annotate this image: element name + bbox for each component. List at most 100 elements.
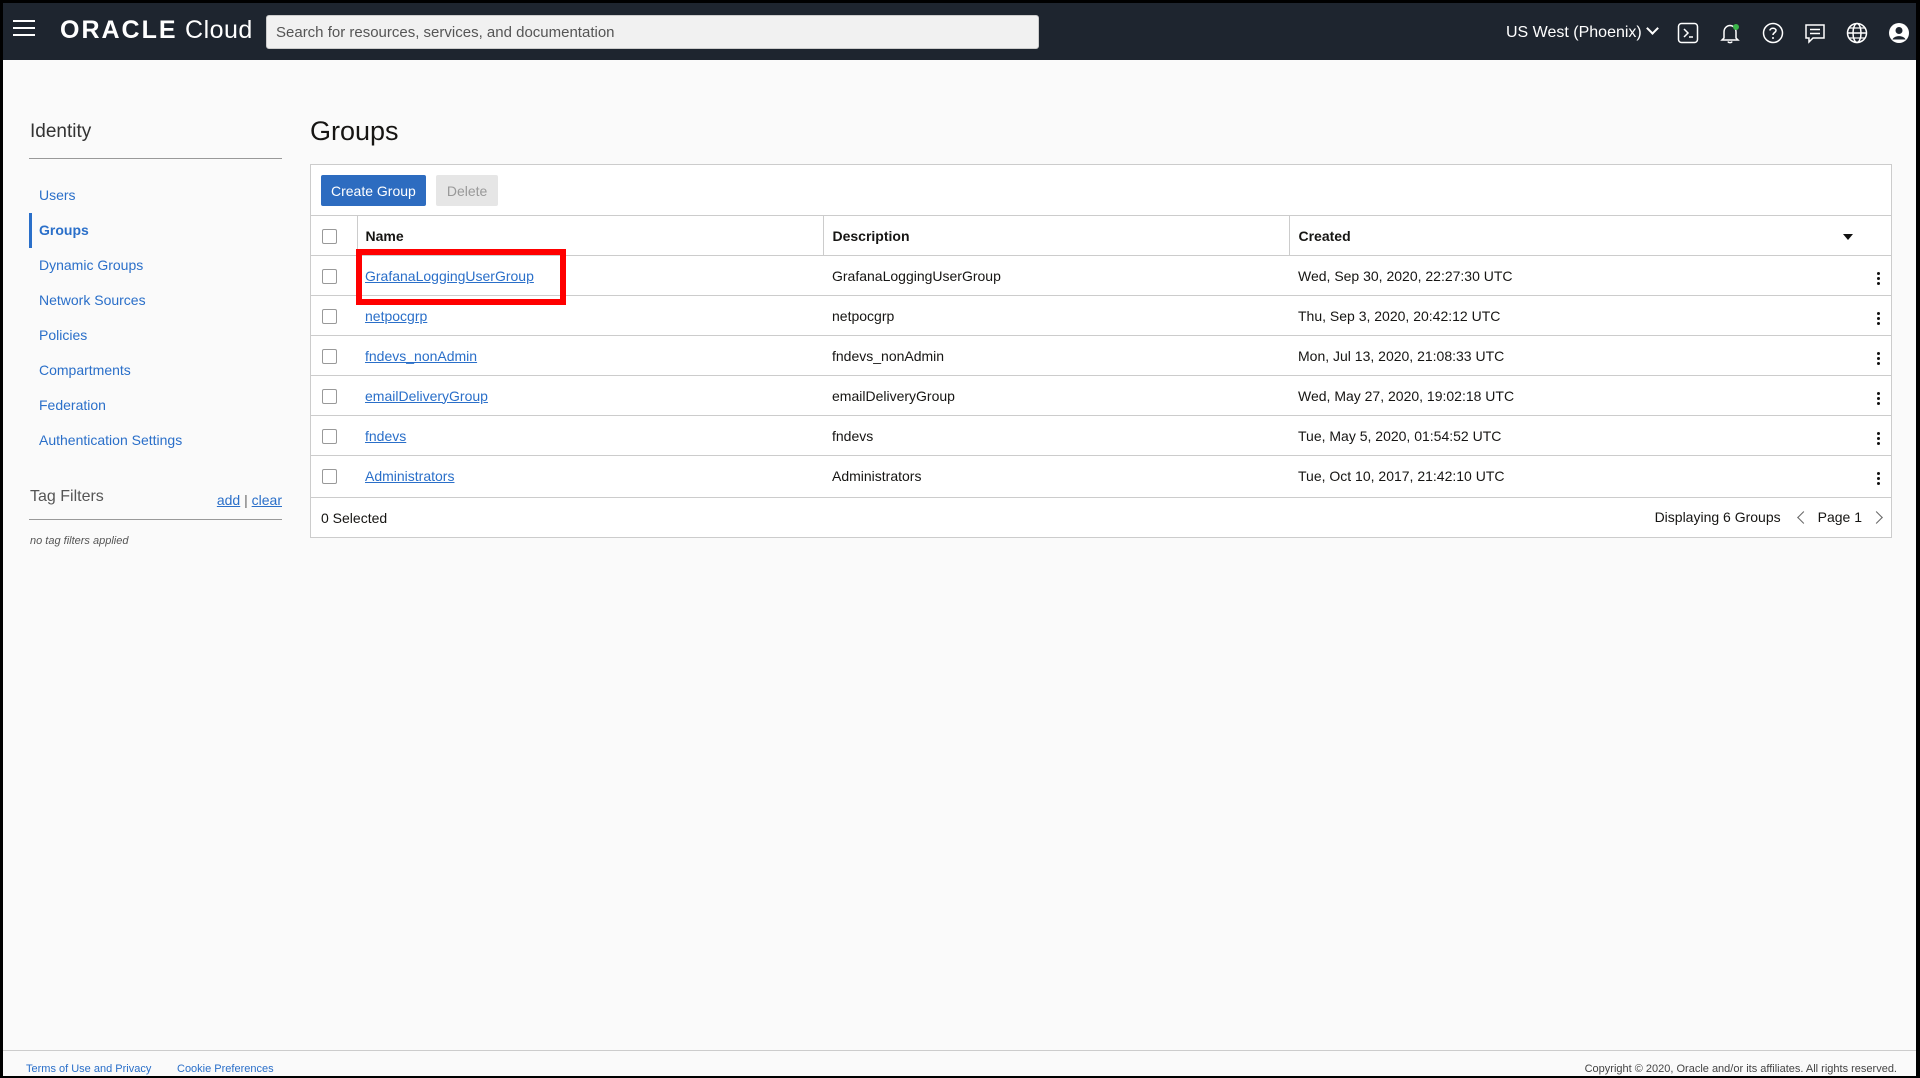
row-select-cell [311,415,357,456]
browser-frame: ORACLE Cloud US West (Phoenix) Identity … [3,3,1916,1076]
profile-icon[interactable] [1888,22,1910,44]
create-group-button[interactable]: Create Group [321,175,426,206]
chevron-down-icon [1645,22,1659,35]
table-toolbar: Create Group Delete [321,175,499,206]
page-indicator: Page 1 [1817,509,1862,525]
created-cell: Thu, Sep 3, 2020, 20:42:12 UTC [1289,295,1865,336]
group-name-link[interactable]: netpocgrp [365,308,427,324]
globe-icon[interactable] [1846,22,1868,44]
terms-link[interactable]: Terms of Use and Privacy [26,1063,151,1075]
next-page-icon[interactable] [1870,510,1883,524]
select-all-checkbox[interactable] [322,228,337,244]
group-name-link[interactable]: Administrators [365,468,454,484]
previous-page-icon[interactable] [1796,510,1810,524]
group-name-link[interactable]: fndevs [365,428,406,444]
group-name-link[interactable]: emailDeliveryGroup [365,388,488,404]
page-title: Groups [310,116,399,146]
name-cell: fndevs [357,415,823,456]
groups-table-panel: Create Group Delete Name Description Cre… [310,164,1892,538]
kebab-menu-icon[interactable] [1873,468,1884,489]
region-selector[interactable]: US West (Phoenix) [1506,22,1659,42]
row-actions-cell [1865,455,1891,496]
table-row: GrafanaLoggingUserGroup GrafanaLoggingUs… [311,255,1891,296]
sidebar-item-dynamic-groups[interactable]: Dynamic Groups [29,248,282,283]
table-row: fndevs fndevs Tue, May 5, 2020, 01:54:52… [311,415,1891,456]
sidebar-item-authentication-settings[interactable]: Authentication Settings [29,423,282,458]
header-select-all [311,215,358,256]
kebab-menu-icon[interactable] [1873,388,1884,409]
column-header-created-label: Created [1298,227,1351,244]
groups-table: Name Description Created GrafanaLoggingU… [311,215,1891,496]
row-actions-cell [1865,295,1891,336]
tag-filter-clear-link[interactable]: clear [252,492,282,508]
sidebar-title: Identity [30,121,92,142]
cloud-shell-icon[interactable] [1677,22,1699,44]
tag-filters-header: Tag Filters add | clear [30,488,282,508]
row-select-cell [311,455,357,496]
sidebar-item-network-sources[interactable]: Network Sources [29,283,282,318]
delete-button: Delete [435,175,499,206]
group-name-link[interactable]: GrafanaLoggingUserGroup [365,268,534,284]
selected-count: 0 Selected [321,510,388,526]
table-row: Administrators Administrators Tue, Oct 1… [311,455,1891,496]
kebab-menu-icon[interactable] [1873,348,1884,369]
tag-filter-add-link[interactable]: add [217,492,240,508]
row-select-cell [311,255,357,296]
group-name-link[interactable]: fndevs_nonAdmin [365,348,477,364]
kebab-menu-icon[interactable] [1873,308,1884,329]
table-row: netpocgrp netpocgrp Thu, Sep 3, 2020, 20… [311,295,1891,336]
table-row: emailDeliveryGroup emailDeliveryGroup We… [311,375,1891,416]
oracle-cloud-logo[interactable]: ORACLE Cloud [60,16,253,45]
table-header-row: Name Description Created [311,215,1891,256]
tag-filters-title: Tag Filters [30,488,104,505]
sidebar-item-compartments[interactable]: Compartments [29,353,282,388]
name-cell: Administrators [357,455,823,496]
menu-icon[interactable] [13,20,35,40]
column-header-created: Created [1289,215,1891,256]
tag-filters-divider [29,519,282,520]
logo-brand: ORACLE [60,16,178,44]
table-row: fndevs_nonAdmin fndevs_nonAdmin Mon, Jul… [311,335,1891,376]
help-icon[interactable] [1762,22,1784,44]
kebab-menu-icon[interactable] [1873,268,1884,289]
created-cell: Wed, Sep 30, 2020, 22:27:30 UTC [1289,255,1865,296]
row-actions-cell [1865,255,1891,296]
description-cell: fndevs [823,415,1289,456]
row-actions-cell [1865,415,1891,456]
name-cell: emailDeliveryGroup [357,375,823,416]
description-cell: emailDeliveryGroup [823,375,1289,416]
chat-icon[interactable] [1804,22,1826,44]
row-checkbox[interactable] [322,388,337,404]
row-checkbox[interactable] [322,428,337,444]
column-header-description: Description [823,215,1290,256]
row-select-cell [311,335,357,376]
description-cell: fndevs_nonAdmin [823,335,1289,376]
page-footer: Terms of Use and Privacy Cookie Preferen… [3,1050,1916,1076]
name-cell: netpocgrp [357,295,823,336]
row-checkbox[interactable] [322,469,337,485]
search-input[interactable] [266,15,1039,49]
row-checkbox[interactable] [322,308,337,324]
logo-product: Cloud [185,16,253,44]
table-footer: 0 Selected Displaying 6 Groups Page 1 [311,497,1891,537]
cookie-preferences-link[interactable]: Cookie Preferences [177,1063,274,1075]
name-cell: GrafanaLoggingUserGroup [357,255,823,296]
created-cell: Mon, Jul 13, 2020, 21:08:33 UTC [1289,335,1865,376]
row-actions-cell [1865,335,1891,376]
row-select-cell [311,295,357,336]
bell-icon[interactable] [1719,22,1741,44]
created-cell: Wed, May 27, 2020, 19:02:18 UTC [1289,375,1865,416]
description-cell: netpocgrp [823,295,1289,336]
row-actions-cell [1865,375,1891,416]
sidebar-item-policies[interactable]: Policies [29,318,282,353]
kebab-menu-icon[interactable] [1873,428,1884,449]
description-cell: GrafanaLoggingUserGroup [823,255,1289,296]
sidebar-item-groups[interactable]: Groups [29,213,282,248]
row-checkbox[interactable] [322,268,337,284]
sidebar-item-federation[interactable]: Federation [29,388,282,423]
created-cell: Tue, Oct 10, 2017, 21:42:10 UTC [1289,455,1865,496]
row-checkbox[interactable] [322,348,337,364]
sidebar-item-users[interactable]: Users [29,178,282,213]
sort-caret-icon[interactable] [1843,234,1853,240]
description-cell: Administrators [823,455,1289,496]
